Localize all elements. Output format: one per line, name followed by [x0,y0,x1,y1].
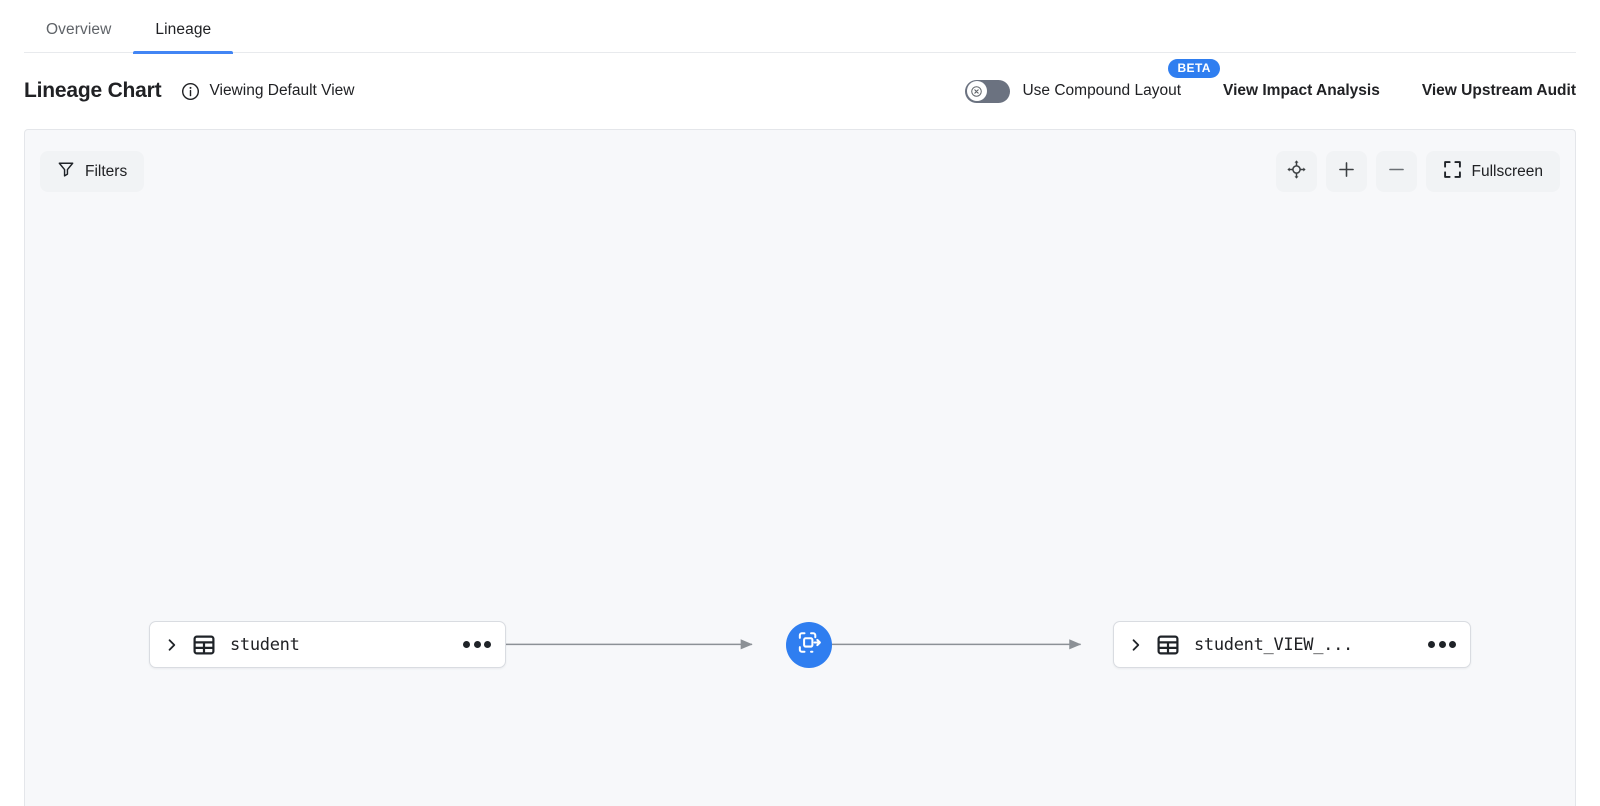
graph-node-student[interactable]: student [149,621,506,668]
compound-layout-toggle-group: Use Compound Layout BETA [965,58,1220,103]
node-label: student_VIEW_... [1194,634,1353,655]
info-circle-icon[interactable] [181,82,200,101]
graph-node-student-view[interactable]: student_VIEW_... [1113,621,1471,668]
close-x-icon [966,81,987,101]
tab-lineage[interactable]: Lineage [133,21,234,54]
lineage-canvas[interactable]: Filters Fullscreen student student_VIEW_… [24,129,1576,806]
view-upstream-audit-link[interactable]: View Upstream Audit [1422,82,1576,100]
viewing-view-label: Viewing Default View [209,82,355,99]
view-impact-analysis-link[interactable]: View Impact Analysis [1223,82,1380,100]
chevron-right-icon[interactable] [1127,638,1145,652]
top-tab-bar: Overview Lineage [0,0,1600,54]
graph-edges [482,639,1082,650]
tab-overview[interactable]: Overview [24,21,133,53]
node-label: student [230,634,300,655]
graph-node-transformation[interactable] [786,622,832,668]
more-options-icon[interactable] [1428,641,1456,648]
page-title: Lineage Chart [24,79,162,102]
use-compound-layout-label: Use Compound Layout [1022,82,1182,99]
lineage-graph: student student_VIEW_... [25,130,1575,806]
more-options-icon[interactable] [463,641,491,648]
table-grid-icon [1156,633,1180,657]
page-header: Lineage Chart Viewing Default View Use C… [0,53,1600,129]
chevron-right-icon[interactable] [163,638,181,652]
use-compound-layout-toggle[interactable] [965,79,1011,103]
table-grid-icon [192,633,216,657]
beta-badge: BETA [1168,58,1220,78]
header-controls: Use Compound Layout BETA View Impact Ana… [965,58,1576,103]
transform-arrow-icon [796,629,823,661]
